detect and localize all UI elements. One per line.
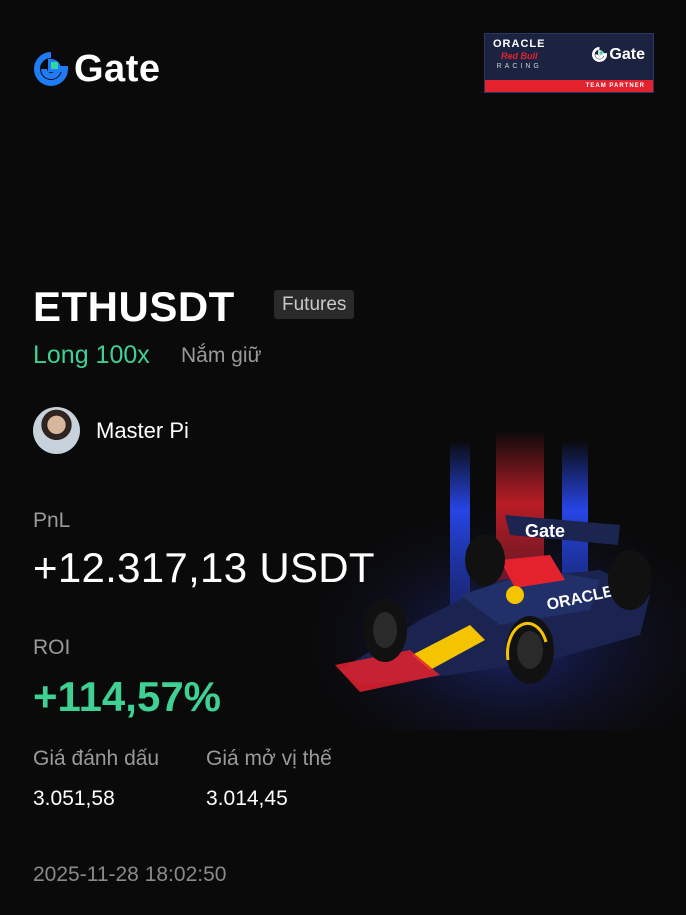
oracle-redbull-racing-logo: ORACLE Red Bull RACING [493, 38, 546, 71]
gate-logo: Gate [34, 50, 160, 88]
gate-logo-icon [34, 52, 68, 86]
pnl-value: +12.317,13 USDT [33, 544, 375, 591]
roi-label: ROI [33, 636, 71, 659]
team-partner-strip: TEAM PARTNER [485, 80, 653, 92]
position-status: Nắm giữ [181, 344, 262, 367]
market-type-badge: Futures [274, 290, 355, 319]
gate-logo-text: Gate [74, 48, 161, 90]
timestamp: 2025-11-28 18:02:50 [33, 863, 227, 886]
user-name: Master Pi [96, 418, 189, 443]
partner-gate-logo: Gate [592, 46, 645, 64]
pnl-label: PnL [33, 509, 71, 532]
open-price-value: 3.014,45 [206, 787, 288, 810]
roi-value: +114,57% [33, 673, 222, 720]
trading-pair-symbol: ETHUSDT [33, 283, 235, 330]
gate-logo-icon [592, 47, 608, 62]
mark-price-label: Giá đánh dấu [33, 747, 160, 770]
mark-price-value: 3.051,58 [33, 787, 115, 810]
rear-wing-text: Gate [525, 521, 565, 541]
open-price-label: Giá mở vị thế [206, 747, 332, 770]
partner-badge: ORACLE Red Bull RACING Gate TEAM PARTNER [484, 33, 654, 93]
user-avatar [33, 407, 80, 454]
position-side-leverage: Long 100x [33, 341, 150, 369]
